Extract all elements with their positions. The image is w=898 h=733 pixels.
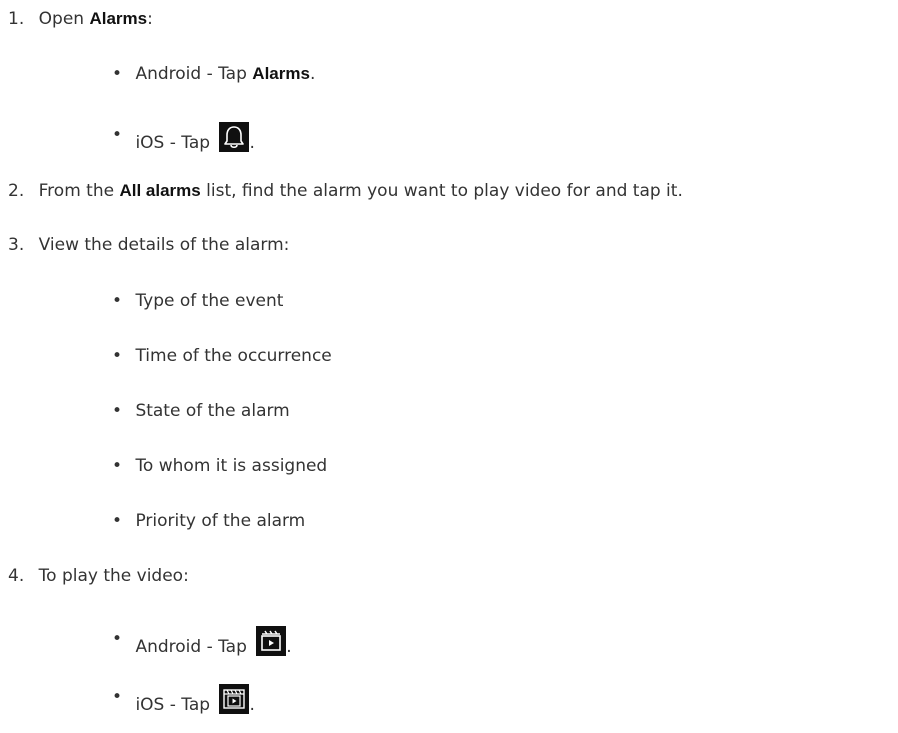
step-text: list, find the alarm you want to play vi… — [200, 181, 683, 201]
step-text: From the — [38, 181, 120, 201]
video-clip-icon[interactable] — [256, 626, 287, 656]
sub-text: . — [249, 133, 255, 153]
detail-item: • Type of the event — [112, 290, 283, 312]
detail-item: • Priority of the alarm — [112, 510, 305, 532]
step-4-ios: • iOS - Tap . — [112, 684, 255, 716]
sub-text: . — [309, 64, 316, 84]
detail-text: Priority of the alarm — [135, 511, 306, 531]
step-3: 3. View the details of the alarm: — [8, 234, 289, 256]
alarms-label: Alarms — [252, 64, 310, 83]
step-number: 1. — [8, 9, 25, 29]
detail-item: • State of the alarm — [112, 400, 290, 422]
step-text: View the details of the alarm: — [38, 235, 290, 255]
step-text: Open — [38, 9, 90, 29]
bullet: • — [112, 64, 123, 84]
step-1: 1. Open Alarms: — [8, 8, 153, 30]
step-2: 2. From the All alarms list, find the al… — [8, 180, 683, 202]
bullet: • — [112, 401, 123, 421]
step-4-android: • Android - Tap . — [112, 626, 292, 658]
sub-text: iOS - Tap — [135, 133, 216, 153]
sub-text: Android - Tap — [135, 637, 253, 657]
step-text: : — [147, 9, 153, 29]
bullet: • — [112, 629, 123, 649]
detail-text: To whom it is assigned — [135, 456, 328, 476]
sub-text: . — [286, 637, 292, 657]
step-number: 2. — [8, 181, 25, 201]
all-alarms-label: All alarms — [119, 181, 201, 200]
bullet: • — [112, 511, 123, 531]
sub-text: Android - Tap — [135, 64, 253, 84]
alarms-label: Alarms — [89, 9, 148, 28]
sub-text: iOS - Tap — [135, 695, 216, 715]
detail-item: • To whom it is assigned — [112, 455, 327, 477]
bullet: • — [112, 346, 123, 366]
step-number: 4. — [8, 566, 25, 586]
detail-text: State of the alarm — [135, 401, 290, 421]
step-1-ios: • iOS - Tap . — [112, 122, 255, 154]
step-1-android: • Android - Tap Alarms. — [112, 63, 315, 85]
sub-text: . — [249, 695, 255, 715]
bullet: • — [112, 125, 123, 145]
step-number: 3. — [8, 235, 25, 255]
step-4: 4. To play the video: — [8, 565, 189, 587]
step-text: To play the video: — [38, 566, 189, 586]
bullet: • — [112, 456, 123, 476]
detail-text: Time of the occurrence — [135, 346, 332, 366]
bullet: • — [112, 291, 123, 311]
bell-icon[interactable] — [219, 122, 250, 152]
video-playback-icon[interactable] — [219, 684, 250, 714]
detail-text: Type of the event — [135, 291, 284, 311]
bullet: • — [112, 687, 123, 707]
detail-item: • Time of the occurrence — [112, 345, 332, 367]
